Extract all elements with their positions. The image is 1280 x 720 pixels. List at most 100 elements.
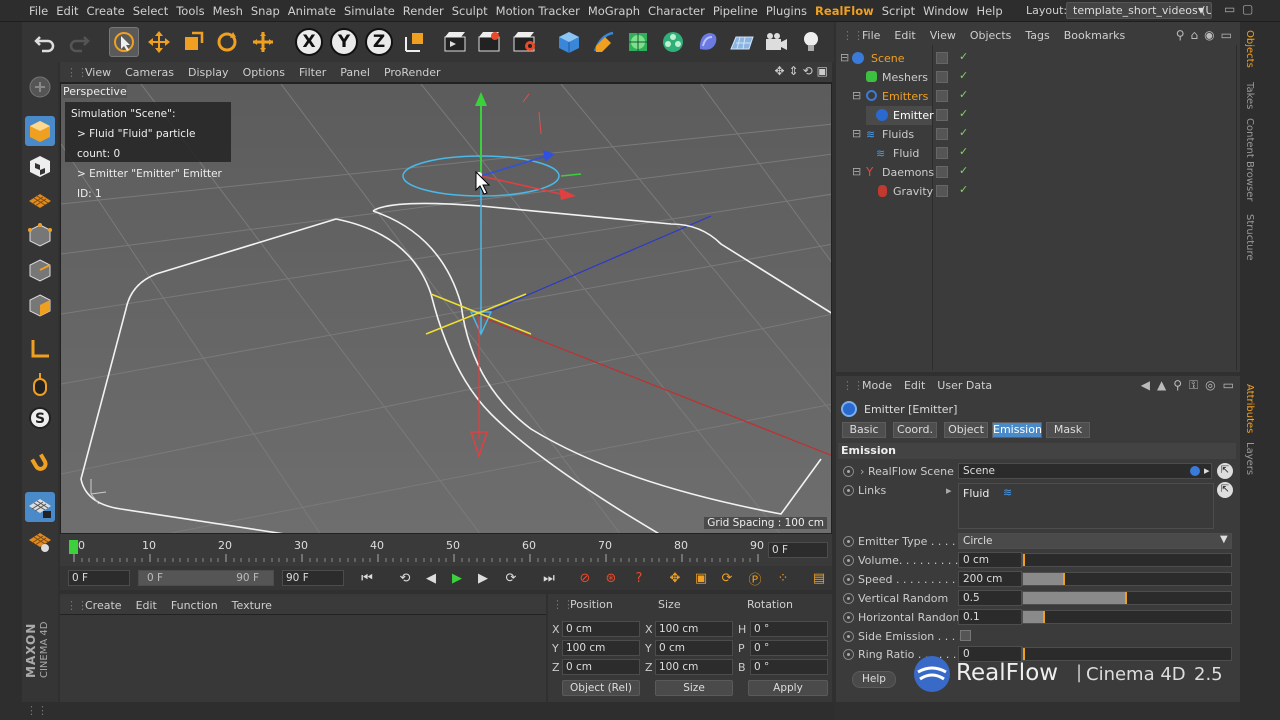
menu-render[interactable]: Render xyxy=(403,4,452,18)
rotate-icon[interactable] xyxy=(212,27,242,57)
pos-z-field[interactable]: 0 cm xyxy=(562,659,640,675)
horizontal-random-field[interactable]: 0.1 xyxy=(958,609,1022,625)
recent-tool-icon[interactable] xyxy=(248,27,278,57)
attr-menu-mode[interactable]: Mode xyxy=(862,379,892,392)
record-keys-icon[interactable]: ⊘ xyxy=(574,568,596,588)
tab-object[interactable]: Object xyxy=(944,422,988,438)
restore-icon[interactable]: ▢ xyxy=(1242,2,1253,16)
enabled-check-icon[interactable]: ✓ xyxy=(959,69,968,82)
menu-motion-tracker[interactable]: Motion Tracker xyxy=(496,4,588,18)
make-editable-icon[interactable] xyxy=(25,72,55,102)
animate-dot-icon[interactable] xyxy=(843,574,854,585)
layout-select[interactable]: template_short_videos (User) xyxy=(1066,2,1212,19)
tab-layers[interactable]: Layers xyxy=(1244,442,1255,475)
menu-plugins[interactable]: Plugins xyxy=(766,4,815,18)
dolly-view-icon[interactable]: ⇕ xyxy=(789,64,799,78)
enabled-check-icon[interactable]: ✓ xyxy=(959,50,968,63)
speed-slider[interactable] xyxy=(1022,572,1232,586)
tab-attributes[interactable]: Attributes xyxy=(1244,384,1255,433)
enabled-check-icon[interactable]: ✓ xyxy=(959,107,968,120)
back-arrow-icon[interactable]: ◀ xyxy=(1141,378,1150,393)
tree-row-fluids[interactable]: ⊟ ≋ Fluids ✓ xyxy=(838,125,1236,144)
previous-key-icon[interactable]: ⟲ xyxy=(394,568,416,588)
menu-mograph[interactable]: MoGraph xyxy=(588,4,648,18)
pos-y-field[interactable]: 100 cm xyxy=(562,640,640,656)
animate-dot-icon[interactable] xyxy=(843,536,854,547)
visibility-toggle[interactable] xyxy=(936,147,948,159)
realflow-scene-link[interactable]: Scene xyxy=(958,463,1212,479)
obj-menu-edit[interactable]: Edit xyxy=(894,29,915,42)
current-frame-field[interactable]: 0 F xyxy=(768,542,828,558)
camera-icon[interactable] xyxy=(761,27,791,57)
move-icon[interactable] xyxy=(144,27,174,57)
attr-maximize-icon[interactable]: ▭ xyxy=(1223,378,1234,393)
animate-dot-icon[interactable] xyxy=(843,612,854,623)
timeline-window-icon[interactable]: ▤ xyxy=(808,568,830,588)
obj-menu-view[interactable]: View xyxy=(930,29,956,42)
menu-tools[interactable]: Tools xyxy=(176,4,212,18)
up-arrow-icon[interactable]: ▲ xyxy=(1157,378,1166,393)
tab-objects[interactable]: Objects xyxy=(1244,30,1255,68)
rot-h-field[interactable]: 0 ° xyxy=(750,621,828,637)
vertical-random-slider[interactable] xyxy=(1022,591,1232,605)
tree-row-fluid[interactable]: ≋ Fluid ✓ xyxy=(838,144,1236,163)
coordinate-system-icon[interactable] xyxy=(400,27,430,57)
axis-mode-icon[interactable] xyxy=(25,334,55,364)
play-icon[interactable]: ▶ xyxy=(446,568,468,588)
enable-snap-icon[interactable] xyxy=(25,448,55,478)
lock-icon[interactable]: ⚿ xyxy=(1189,378,1198,393)
visibility-toggle[interactable] xyxy=(936,90,948,102)
vp-menu-view[interactable]: View xyxy=(85,66,111,79)
enabled-check-icon[interactable]: ✓ xyxy=(959,183,968,196)
live-selection-icon[interactable] xyxy=(109,27,139,57)
tab-basic[interactable]: Basic xyxy=(842,422,886,438)
enabled-check-icon[interactable]: ✓ xyxy=(959,164,968,177)
visibility-toggle[interactable] xyxy=(936,128,948,140)
z-axis-lock-icon[interactable]: Z xyxy=(365,28,393,56)
tab-mask[interactable]: Mask xyxy=(1046,422,1090,438)
animate-dot-icon[interactable] xyxy=(843,649,854,660)
x-axis-lock-icon[interactable]: X xyxy=(295,28,323,56)
obj-menu-bookmarks[interactable]: Bookmarks xyxy=(1064,29,1125,42)
attr-menu-user-data[interactable]: User Data xyxy=(937,379,992,392)
go-to-end-icon[interactable]: ⏭ xyxy=(538,568,560,588)
toggle-view-icon[interactable]: ▣ xyxy=(817,64,828,78)
keyframe-selection-icon[interactable]: ? xyxy=(628,568,650,588)
light-icon[interactable] xyxy=(796,27,826,57)
texture-mode-icon[interactable] xyxy=(25,151,55,181)
enabled-check-icon[interactable]: ✓ xyxy=(959,126,968,139)
vp-menu-panel[interactable]: Panel xyxy=(340,66,370,79)
links-list[interactable] xyxy=(958,483,1214,529)
menu-character[interactable]: Character xyxy=(648,4,713,18)
tree-row-gravity[interactable]: Gravity ✓ xyxy=(838,182,1236,201)
menu-help[interactable]: Help xyxy=(976,4,1010,18)
attr-search-icon[interactable]: ⚲ xyxy=(1173,378,1182,393)
rot-p-field[interactable]: 0 ° xyxy=(750,640,828,656)
help-button[interactable]: Help xyxy=(852,671,896,688)
vp-menu-cameras[interactable]: Cameras xyxy=(125,66,174,79)
snapping-icon[interactable]: S xyxy=(25,403,55,433)
coord-mode-select[interactable]: Object (Rel) xyxy=(562,680,640,696)
autokey-icon[interactable]: ⊛ xyxy=(600,568,622,588)
floor-icon[interactable] xyxy=(727,27,757,57)
side-emission-checkbox[interactable] xyxy=(960,630,971,641)
mat-menu-create[interactable]: Create xyxy=(85,599,122,612)
new-attr-icon[interactable]: ◎ xyxy=(1205,378,1215,393)
key-parameter-icon[interactable]: Ⓟ xyxy=(744,568,766,588)
maximize-icon[interactable]: ▭ xyxy=(1221,28,1232,42)
pos-x-field[interactable]: 0 cm xyxy=(562,621,640,637)
key-pla-icon[interactable]: ⁘ xyxy=(772,568,794,588)
render-settings-icon[interactable] xyxy=(509,27,539,57)
animate-dot-icon[interactable] xyxy=(843,485,854,496)
horizontal-random-slider[interactable] xyxy=(1022,610,1232,624)
menu-file[interactable]: File xyxy=(29,4,56,18)
vp-menu-display[interactable]: Display xyxy=(188,66,229,79)
key-scale-icon[interactable]: ▣ xyxy=(690,568,712,588)
planar-workplane-icon[interactable] xyxy=(25,526,55,556)
links-pick-icon[interactable]: ⇱ xyxy=(1217,482,1233,498)
expand-icon[interactable]: ⊟ xyxy=(852,127,861,140)
tree-row-scene[interactable]: ⊟ Scene ✓ xyxy=(838,49,1236,68)
pen-spline-icon[interactable] xyxy=(589,27,619,57)
obj-menu-tags[interactable]: Tags xyxy=(1025,29,1049,42)
playhead-marker[interactable] xyxy=(69,540,78,554)
